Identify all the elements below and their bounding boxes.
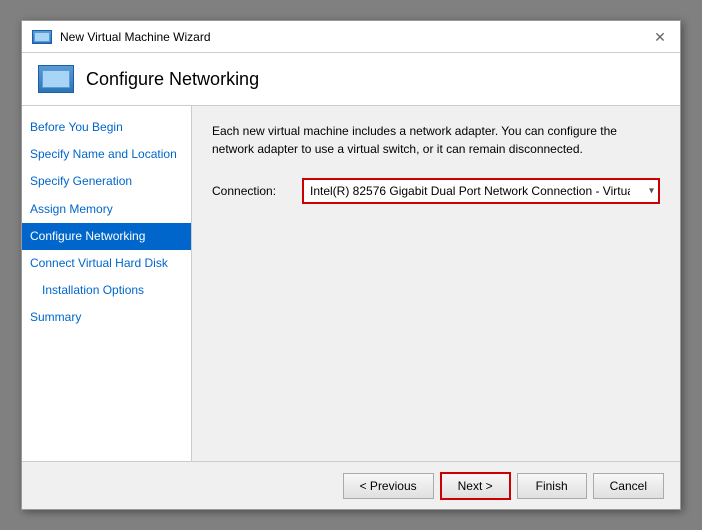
close-button[interactable]: ✕: [650, 27, 670, 47]
connection-label: Connection:: [212, 184, 292, 198]
sidebar-item-assign-memory[interactable]: Assign Memory: [22, 196, 191, 223]
title-bar: New Virtual Machine Wizard ✕: [22, 21, 680, 53]
page-header: Configure Networking: [22, 53, 680, 106]
window-title: New Virtual Machine Wizard: [60, 30, 211, 44]
header-icon: [38, 65, 74, 93]
sidebar-item-before-you-begin[interactable]: Before You Begin: [22, 114, 191, 141]
sidebar-item-summary[interactable]: Summary: [22, 304, 191, 331]
connection-select-wrapper: Intel(R) 82576 Gigabit Dual Port Network…: [302, 178, 660, 204]
finish-button[interactable]: Finish: [517, 473, 587, 499]
connection-form-row: Connection: Intel(R) 82576 Gigabit Dual …: [212, 178, 660, 204]
page-title: Configure Networking: [86, 69, 259, 90]
cancel-button[interactable]: Cancel: [593, 473, 664, 499]
sidebar: Before You BeginSpecify Name and Locatio…: [22, 106, 192, 461]
connection-select[interactable]: Intel(R) 82576 Gigabit Dual Port Network…: [302, 178, 660, 204]
description-text: Each new virtual machine includes a netw…: [212, 122, 660, 158]
sidebar-item-installation-options[interactable]: Installation Options: [22, 277, 191, 304]
sidebar-item-specify-name-location[interactable]: Specify Name and Location: [22, 141, 191, 168]
sidebar-item-connect-virtual-hard-disk[interactable]: Connect Virtual Hard Disk: [22, 250, 191, 277]
window-icon: [32, 30, 52, 44]
content-area: Before You BeginSpecify Name and Locatio…: [22, 106, 680, 461]
wizard-window: New Virtual Machine Wizard ✕ Configure N…: [21, 20, 681, 510]
sidebar-item-configure-networking[interactable]: Configure Networking: [22, 223, 191, 250]
main-content: Each new virtual machine includes a netw…: [192, 106, 680, 461]
sidebar-item-specify-generation[interactable]: Specify Generation: [22, 168, 191, 195]
previous-button[interactable]: < Previous: [343, 473, 434, 499]
header-icon-inner: [42, 70, 70, 88]
next-button[interactable]: Next >: [440, 472, 511, 500]
footer: < Previous Next > Finish Cancel: [22, 461, 680, 509]
title-bar-left: New Virtual Machine Wizard: [32, 30, 211, 44]
